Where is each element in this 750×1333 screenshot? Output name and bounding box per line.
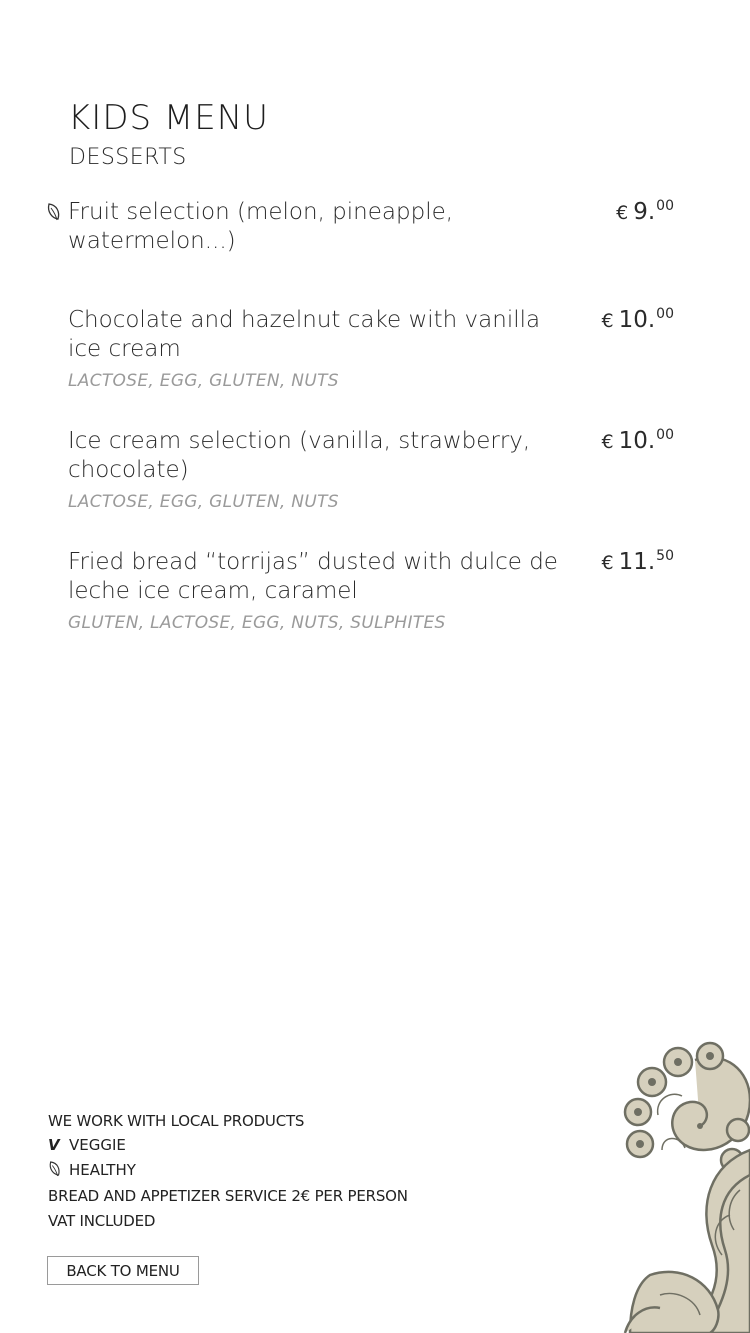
healthy-label: HEALTHY — [69, 1161, 136, 1179]
legend-healthy: HEALTHY — [48, 1160, 136, 1179]
vat-note: VAT INCLUDED — [48, 1212, 156, 1230]
item-name: Fruit selection (melon, pineapple, water… — [68, 199, 454, 254]
price-cents: 00 — [656, 198, 674, 214]
page-title: KIDS MENU — [68, 98, 270, 138]
price-cents: 50 — [656, 548, 674, 564]
price-main: 10. — [618, 428, 656, 454]
price-cents: 00 — [656, 427, 674, 443]
price-main: 9. — [633, 199, 656, 225]
item-price: €10.00 — [602, 306, 675, 333]
item-allergens: LACTOSE, EGG, GLUTEN, NUTS — [68, 371, 339, 391]
price-cents: 00 — [656, 306, 674, 322]
item-name: Chocolate and hazelnut cake with vanilla… — [68, 307, 541, 362]
section-title: DESSERTS — [69, 145, 187, 170]
local-products-note: WE WORK WITH LOCAL PRODUCTS — [48, 1112, 305, 1130]
paisley-ornament-icon — [623, 1041, 750, 1333]
legend-veggie: V VEGGIE — [48, 1136, 126, 1154]
item-name: Fried bread “torrijas” dusted with dulce… — [68, 549, 558, 604]
item-price: €10.00 — [602, 427, 675, 454]
price-main: 10. — [618, 307, 656, 333]
menu-item: Fruit selection (melon, pineapple, water… — [47, 198, 674, 256]
menu-item: Chocolate and hazelnut cake with vanilla… — [68, 306, 674, 391]
menu-item: Fried bread “torrijas” dusted with dulce… — [68, 548, 674, 633]
menu-page: KIDS MENU DESSERTS Fruit selection (melo… — [0, 0, 750, 1333]
back-to-menu-button[interactable]: BACK TO MENU — [47, 1256, 199, 1285]
price-main: 11. — [618, 549, 656, 575]
item-price: €11.50 — [602, 548, 675, 575]
item-price: €9.00 — [616, 198, 674, 225]
bread-service-note: BREAD AND APPETIZER SERVICE 2€ PER PERSO… — [48, 1187, 408, 1205]
menu-item: Ice cream selection (vanilla, strawberry… — [68, 427, 674, 512]
price-currency: € — [601, 431, 614, 453]
item-allergens: GLUTEN, LACTOSE, EGG, NUTS, SULPHITES — [68, 613, 446, 633]
item-name: Ice cream selection (vanilla, strawberry… — [68, 428, 531, 483]
item-allergens: LACTOSE, EGG, GLUTEN, NUTS — [68, 492, 339, 512]
price-currency: € — [601, 310, 614, 332]
leaf-icon — [47, 203, 60, 221]
price-currency: € — [616, 202, 629, 224]
leaf-icon — [48, 1160, 64, 1179]
veggie-label: VEGGIE — [69, 1136, 126, 1154]
price-currency: € — [601, 552, 614, 574]
veggie-icon: V — [48, 1136, 60, 1154]
